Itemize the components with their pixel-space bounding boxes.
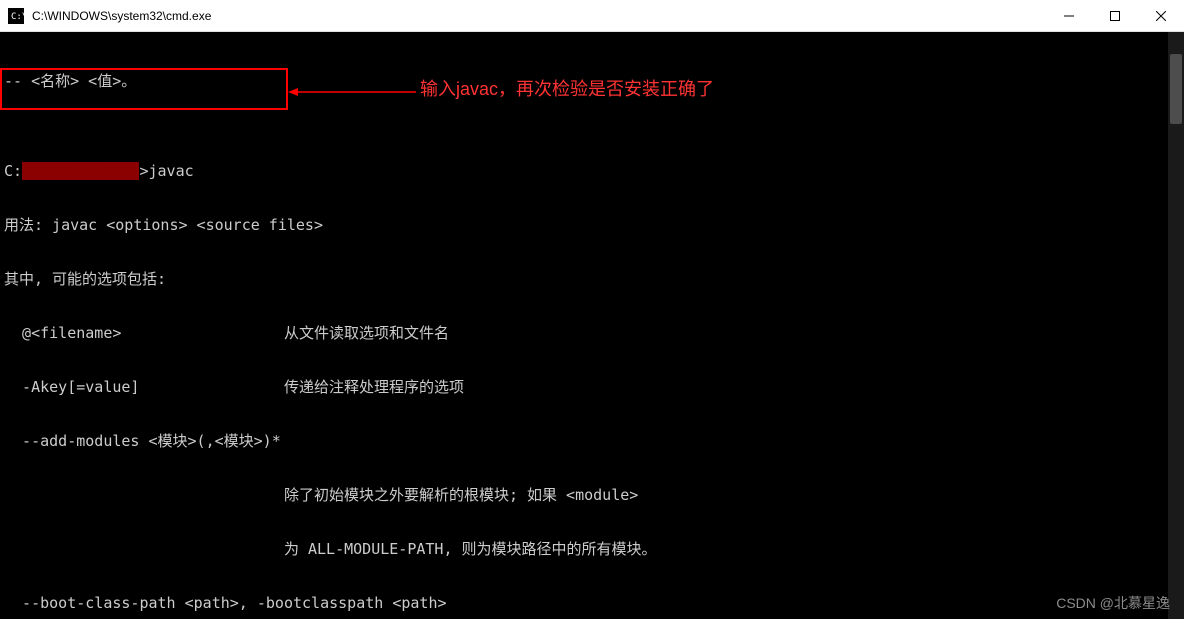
watermark: CSDN @北慕星逸 [1056,593,1170,613]
maximize-button[interactable] [1092,0,1138,31]
close-button[interactable] [1138,0,1184,31]
minimize-button[interactable] [1046,0,1092,31]
terminal-output[interactable]: -- <名称> <值>。 C:XXXXXXXXXXXXX>javac 用法: j… [0,32,1184,619]
terminal-line: C:XXXXXXXXXXXXX>javac [4,162,1180,180]
window-title: C:\WINDOWS\system32\cmd.exe [32,9,1046,23]
terminal-line: --add-modules <模块>(,<模块>)* [4,432,1180,450]
titlebar[interactable]: C:\ C:\WINDOWS\system32\cmd.exe [0,0,1184,32]
terminal-line: --boot-class-path <path>, -bootclasspath… [4,594,1180,612]
terminal-line: 为 ALL-MODULE-PATH, 则为模块路径中的所有模块。 [4,540,1180,558]
svg-text:C:\: C:\ [11,12,24,22]
terminal-line: -- <名称> <值>。 [4,72,1180,90]
cmd-window: C:\ C:\WINDOWS\system32\cmd.exe -- <名称> … [0,0,1184,619]
redacted-path: XXXXXXXXXXXXX [22,162,139,180]
window-controls [1046,0,1184,31]
terminal-line: -Akey[=value] 传递给注释处理程序的选项 [4,378,1180,396]
vertical-scrollbar[interactable] [1168,32,1184,619]
terminal-line: 除了初始模块之外要解析的根模块; 如果 <module> [4,486,1180,504]
cmd-icon: C:\ [8,8,24,24]
terminal-line: 其中, 可能的选项包括: [4,270,1180,288]
scrollbar-thumb[interactable] [1170,54,1182,124]
terminal-line: @<filename> 从文件读取选项和文件名 [4,324,1180,342]
annotation-arrow [288,86,416,98]
terminal-line: 用法: javac <options> <source files> [4,216,1180,234]
